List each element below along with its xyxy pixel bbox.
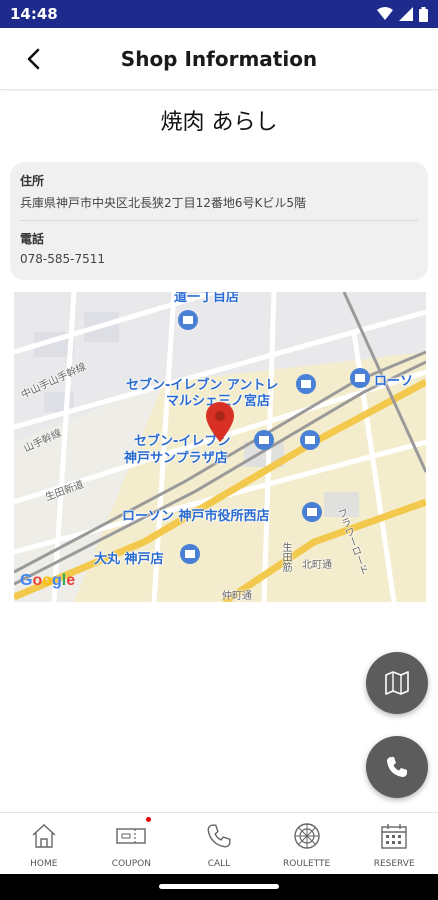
nav-roulette-label: ROULETTE <box>283 859 331 869</box>
phone-icon <box>204 821 234 851</box>
phone-value[interactable]: 078-585-7511 <box>20 252 418 266</box>
map-label-kitano: 北町通 <box>302 560 332 571</box>
nav-home-label: HOME <box>30 859 58 869</box>
poi-icon[interactable] <box>296 374 316 394</box>
poi-icon[interactable] <box>180 544 200 564</box>
nav-coupon[interactable]: COUPON <box>88 813 176 874</box>
map-pin-icon[interactable] <box>206 402 234 442</box>
address-label: 住所 <box>20 174 45 188</box>
shop-name: 焼肉 あらし <box>160 110 278 135</box>
call-button[interactable] <box>366 736 428 798</box>
battery-icon <box>419 6 428 22</box>
calendar-icon <box>379 821 409 851</box>
ticket-icon <box>116 821 147 851</box>
map-label-seven-eleven-2b: 神戸サンプラザ店 <box>124 451 228 466</box>
home-icon <box>29 821 59 851</box>
status-icons <box>377 6 428 22</box>
bottom-navigation: HOME COUPON CALL ROULETTE RESERVE <box>0 812 438 874</box>
app-bar: Shop Information <box>0 28 438 90</box>
shop-info-card: 住所 兵庫県神戸市中央区北長狭2丁目12番地6号Kビル5階 電話 078-585… <box>10 162 428 280</box>
phone-icon <box>387 757 407 777</box>
map-label-top: 道一丁目店 <box>174 292 240 305</box>
signal-icon <box>399 7 413 21</box>
status-bar: 14:48 <box>0 0 438 28</box>
map-label-naka: 仲町通 <box>222 591 252 602</box>
google-logo: Google <box>20 572 76 589</box>
nav-call-label: CALL <box>207 859 231 869</box>
notification-dot <box>145 817 151 822</box>
wifi-icon <box>377 7 393 20</box>
map-view[interactable]: 道一丁目店 セブン-イレブン アントレ マルシェ三ノ宮店 セブン-イレブン 神戸… <box>14 292 426 602</box>
status-time: 14:48 <box>10 5 58 23</box>
map-label-ikuta-st: 生田筋 <box>280 542 291 572</box>
map-icon <box>385 671 409 695</box>
nav-home[interactable]: HOME <box>0 813 88 874</box>
nav-call[interactable]: CALL <box>175 813 263 874</box>
address-value: 兵庫県神戸市中央区北長狭2丁目12番地6号Kビル5階 <box>20 196 307 210</box>
phone-label: 電話 <box>20 232 45 246</box>
nav-roulette[interactable]: ROULETTE <box>263 813 351 874</box>
nav-reserve[interactable]: RESERVE <box>350 813 438 874</box>
roulette-icon <box>292 821 322 851</box>
info-divider <box>20 220 418 221</box>
poi-icon[interactable] <box>350 368 370 388</box>
page-title: Shop Information <box>120 46 318 71</box>
system-navigation-bar <box>0 874 438 900</box>
poi-icon[interactable] <box>178 310 198 330</box>
nav-reserve-label: RESERVE <box>373 859 415 869</box>
poi-icon[interactable] <box>300 430 320 450</box>
poi-icon[interactable] <box>254 430 274 450</box>
map-label-lawson-1: ローソン 神戸市役所西店 <box>122 509 270 524</box>
poi-icon[interactable] <box>302 502 322 522</box>
home-gesture-pill[interactable] <box>159 884 279 889</box>
nav-coupon-label: COUPON <box>111 859 151 869</box>
open-map-button[interactable] <box>366 652 428 714</box>
map-label-lawson-2: ローソ <box>374 374 414 389</box>
back-arrow-icon <box>27 48 40 70</box>
back-button[interactable] <box>18 44 48 74</box>
map-label-daimaru: 大丸 神戸店 <box>94 552 164 567</box>
